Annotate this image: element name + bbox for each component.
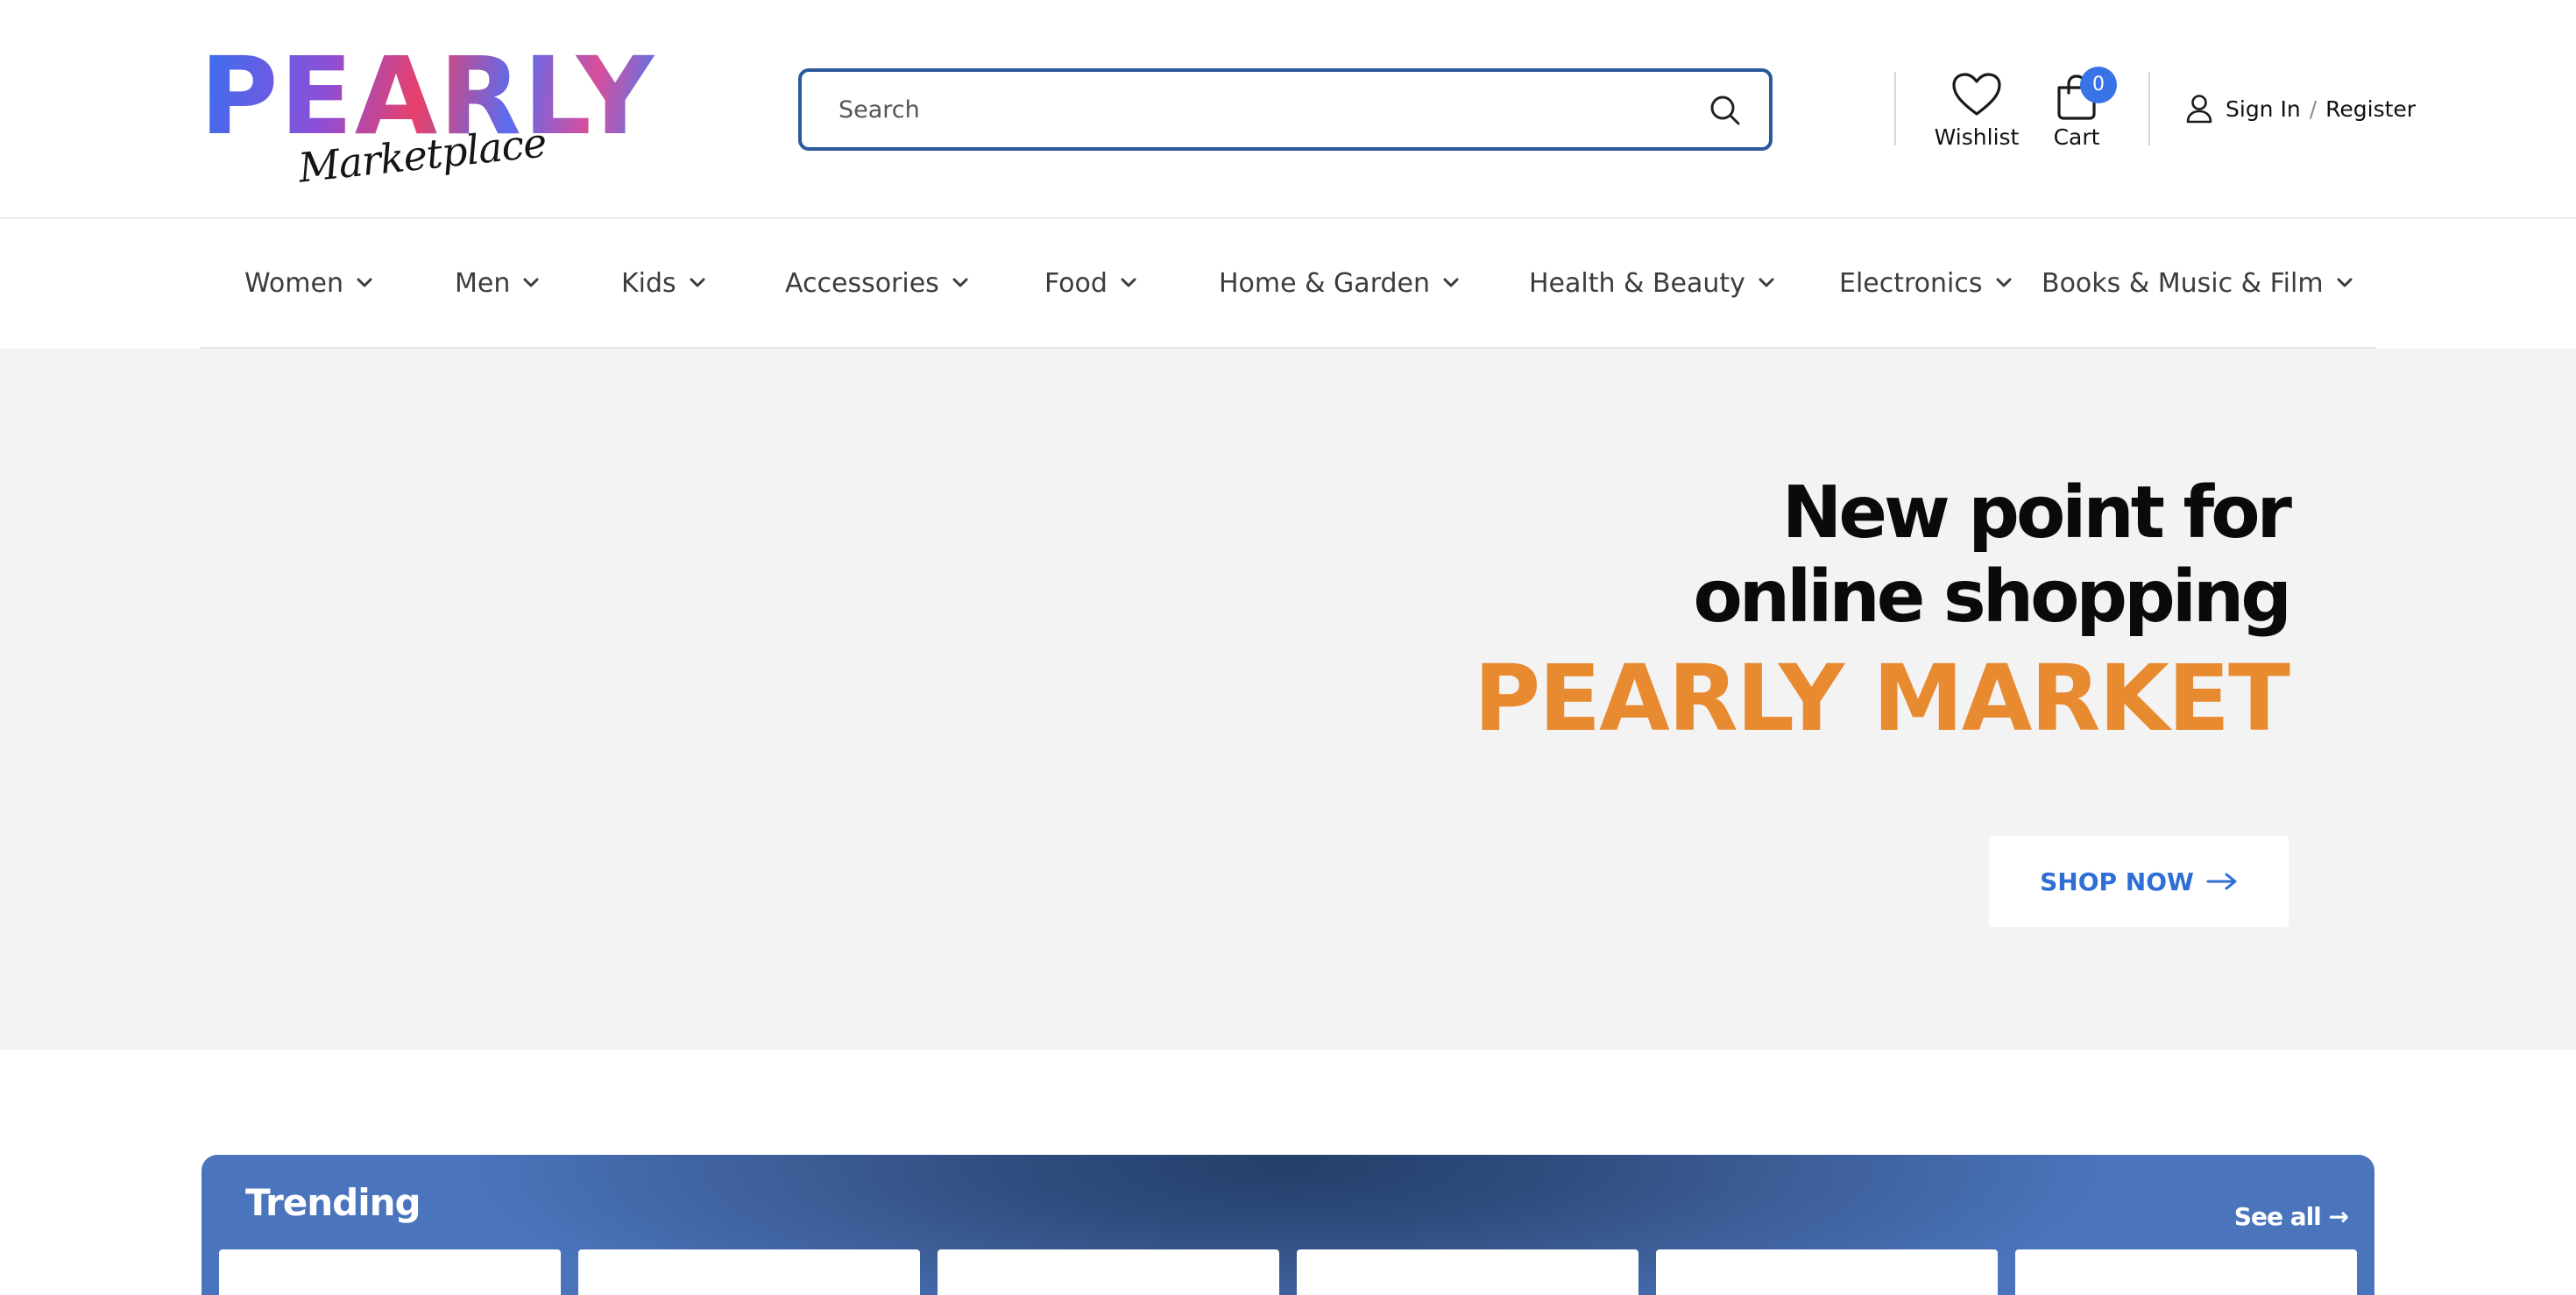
nav-item-label: Kids (621, 267, 676, 299)
chevron-down-icon (1759, 278, 1774, 287)
nav-item-kids[interactable]: Kids (621, 219, 706, 347)
user-icon (2185, 94, 2213, 124)
hero-headline-line2: online shopping (1693, 556, 2292, 639)
chevron-down-icon (1996, 278, 2012, 287)
register-link[interactable]: Register (2325, 96, 2416, 122)
cart-count-badge: 0 (2080, 67, 2117, 103)
account-links: Sign In / Register (2185, 93, 2416, 124)
trending-product-card[interactable] (938, 1249, 1279, 1295)
arrow-right-icon (2206, 873, 2237, 890)
chevron-down-icon (690, 278, 705, 287)
nav-item-label: Women (244, 267, 343, 299)
hero-headline-line1: New point for (1781, 471, 2292, 555)
header-divider (2148, 72, 2150, 145)
chevron-down-icon (952, 278, 968, 287)
nav-item-label: Food (1044, 267, 1108, 299)
wishlist-label: Wishlist (1934, 124, 2020, 150)
nav-item-food[interactable]: Food (1044, 219, 1137, 347)
trending-title: Trending (245, 1181, 421, 1224)
hero-banner: New point for online shopping PEARLY MAR… (0, 349, 2576, 1050)
trending-product-card[interactable] (219, 1249, 561, 1295)
trending-product-card[interactable] (1297, 1249, 1638, 1295)
chevron-down-icon (1121, 278, 1136, 287)
nav-item-label: Books & Music & Film (2042, 267, 2324, 299)
trending-product-card[interactable] (578, 1249, 920, 1295)
nav-item-label: Accessories (785, 267, 939, 299)
shop-now-button[interactable]: SHOP NOW (1989, 836, 2289, 927)
nav-item-label: Men (455, 267, 511, 299)
nav-item-men[interactable]: Men (455, 219, 540, 347)
search-box (798, 68, 1773, 151)
nav-item-health-beauty[interactable]: Health & Beauty (1529, 219, 1775, 347)
trending-product-card[interactable] (2015, 1249, 2357, 1295)
hero-brand-title: PEARLY MARKET (1473, 645, 2290, 752)
chevron-down-icon (2337, 278, 2353, 287)
chevron-down-icon (523, 278, 539, 287)
sign-in-link[interactable]: Sign In (2226, 96, 2301, 122)
chevron-down-icon (357, 278, 372, 287)
heart-icon (1951, 73, 2002, 121)
chevron-down-icon (1443, 278, 1459, 287)
logo[interactable]: PEARLY Marketplace (200, 43, 654, 192)
nav-item-books-music-film[interactable]: Books & Music & Film (2042, 219, 2353, 347)
wishlist-button[interactable]: Wishlist (1931, 72, 2022, 150)
site-header: PEARLY Marketplace Wishlist 0 Cart (0, 0, 2576, 219)
nav-item-home-garden[interactable]: Home & Garden (1219, 219, 1460, 347)
see-all-link[interactable]: See all → (2234, 1202, 2349, 1231)
nav-item-accessories[interactable]: Accessories (785, 219, 969, 347)
nav-item-electronics[interactable]: Electronics (1839, 219, 2013, 347)
search-input[interactable] (837, 72, 1695, 147)
account-separator: / (2309, 96, 2318, 122)
trending-product-card[interactable] (1656, 1249, 1998, 1295)
nav-item-label: Home & Garden (1219, 267, 1431, 299)
nav-item-women[interactable]: Women (244, 219, 373, 347)
cart-label: Cart (2053, 124, 2100, 150)
search-icon[interactable] (1708, 93, 1743, 128)
header-divider (1894, 72, 1896, 145)
category-nav: Women Men Kids Accessories Food Home & G… (200, 219, 2376, 349)
shop-now-label: SHOP NOW (2040, 867, 2194, 896)
cart-button[interactable]: 0 Cart (2040, 67, 2117, 150)
nav-item-label: Health & Beauty (1529, 267, 1745, 299)
nav-item-label: Electronics (1839, 267, 1983, 299)
trending-section: Trending See all → (202, 1155, 2374, 1295)
